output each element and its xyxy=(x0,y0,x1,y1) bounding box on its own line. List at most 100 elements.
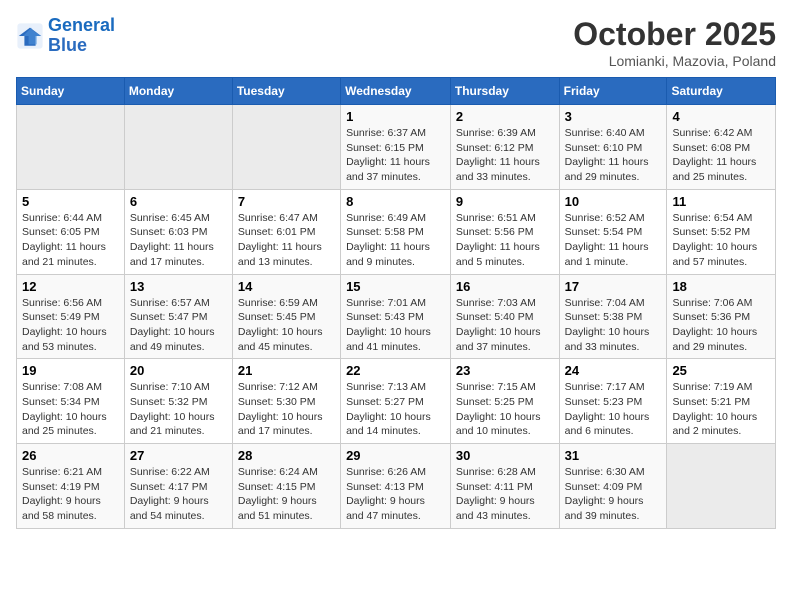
day-info: Sunrise: 6:22 AM Sunset: 4:17 PM Dayligh… xyxy=(130,465,227,524)
weekday-header-tuesday: Tuesday xyxy=(232,78,340,105)
day-number: 31 xyxy=(565,448,662,463)
day-info: Sunrise: 6:54 AM Sunset: 5:52 PM Dayligh… xyxy=(672,211,770,270)
calendar-cell: 19 Sunrise: 7:08 AM Sunset: 5:34 PM Dayli… xyxy=(17,359,125,444)
calendar-cell: 21 Sunrise: 7:12 AM Sunset: 5:30 PM Dayli… xyxy=(232,359,340,444)
day-number: 30 xyxy=(456,448,554,463)
calendar-cell: 29 Sunrise: 6:26 AM Sunset: 4:13 PM Dayli… xyxy=(341,444,451,529)
weekday-header-friday: Friday xyxy=(559,78,667,105)
logo: General Blue xyxy=(16,16,115,56)
calendar-cell: 2Sunrise: 6:39 AM Sunset: 6:12 PM Daylig… xyxy=(450,105,559,190)
day-info: Sunrise: 6:45 AM Sunset: 6:03 PM Dayligh… xyxy=(130,211,227,270)
calendar-cell: 5 Sunrise: 6:44 AM Sunset: 6:05 PM Daylig… xyxy=(17,189,125,274)
day-number: 4 xyxy=(672,109,770,124)
day-number: 12 xyxy=(22,279,119,294)
page-header: General Blue October 2025 Lomianki, Mazo… xyxy=(16,16,776,69)
day-number: 29 xyxy=(346,448,445,463)
calendar-cell: 11 Sunrise: 6:54 AM Sunset: 5:52 PM Dayli… xyxy=(667,189,776,274)
calendar-cell: 6Sunrise: 6:45 AM Sunset: 6:03 PM Daylig… xyxy=(124,189,232,274)
calendar-cell: 1 Sunrise: 6:37 AM Sunset: 6:15 PM Daylig… xyxy=(341,105,451,190)
calendar-cell: 28Sunrise: 6:24 AM Sunset: 4:15 PM Dayli… xyxy=(232,444,340,529)
calendar-week-row: 5 Sunrise: 6:44 AM Sunset: 6:05 PM Daylig… xyxy=(17,189,776,274)
calendar-cell: 26Sunrise: 6:21 AM Sunset: 4:19 PM Dayli… xyxy=(17,444,125,529)
day-info: Sunrise: 6:44 AM Sunset: 6:05 PM Dayligh… xyxy=(22,211,119,270)
day-info: Sunrise: 6:52 AM Sunset: 5:54 PM Dayligh… xyxy=(565,211,662,270)
day-info: Sunrise: 6:37 AM Sunset: 6:15 PM Dayligh… xyxy=(346,126,445,185)
day-number: 14 xyxy=(238,279,335,294)
day-info: Sunrise: 7:17 AM Sunset: 5:23 PM Dayligh… xyxy=(565,380,662,439)
month-title: October 2025 xyxy=(573,16,776,53)
day-number: 20 xyxy=(130,363,227,378)
day-info: Sunrise: 6:49 AM Sunset: 5:58 PM Dayligh… xyxy=(346,211,445,270)
day-number: 3 xyxy=(565,109,662,124)
day-info: Sunrise: 6:39 AM Sunset: 6:12 PM Dayligh… xyxy=(456,126,554,185)
calendar-week-row: 19 Sunrise: 7:08 AM Sunset: 5:34 PM Dayli… xyxy=(17,359,776,444)
day-number: 23 xyxy=(456,363,554,378)
calendar-cell: 27 Sunrise: 6:22 AM Sunset: 4:17 PM Dayli… xyxy=(124,444,232,529)
day-number: 11 xyxy=(672,194,770,209)
logo-line2: Blue xyxy=(48,35,87,55)
calendar-cell: 18 Sunrise: 7:06 AM Sunset: 5:36 PM Dayli… xyxy=(667,274,776,359)
calendar-cell: 22 Sunrise: 7:13 AM Sunset: 5:27 PM Dayli… xyxy=(341,359,451,444)
calendar-cell xyxy=(232,105,340,190)
calendar-cell: 9 Sunrise: 6:51 AM Sunset: 5:56 PM Daylig… xyxy=(450,189,559,274)
day-number: 7 xyxy=(238,194,335,209)
day-info: Sunrise: 7:08 AM Sunset: 5:34 PM Dayligh… xyxy=(22,380,119,439)
day-number: 5 xyxy=(22,194,119,209)
location-subtitle: Lomianki, Mazovia, Poland xyxy=(573,53,776,69)
day-number: 21 xyxy=(238,363,335,378)
calendar-cell: 16 Sunrise: 7:03 AM Sunset: 5:40 PM Dayli… xyxy=(450,274,559,359)
day-number: 13 xyxy=(130,279,227,294)
calendar-cell: 12 Sunrise: 6:56 AM Sunset: 5:49 PM Dayli… xyxy=(17,274,125,359)
calendar-cell: 10 Sunrise: 6:52 AM Sunset: 5:54 PM Dayli… xyxy=(559,189,667,274)
weekday-header-thursday: Thursday xyxy=(450,78,559,105)
day-info: Sunrise: 6:51 AM Sunset: 5:56 PM Dayligh… xyxy=(456,211,554,270)
day-info: Sunrise: 6:28 AM Sunset: 4:11 PM Dayligh… xyxy=(456,465,554,524)
day-info: Sunrise: 6:24 AM Sunset: 4:15 PM Dayligh… xyxy=(238,465,335,524)
title-block: October 2025 Lomianki, Mazovia, Poland xyxy=(573,16,776,69)
day-info: Sunrise: 7:06 AM Sunset: 5:36 PM Dayligh… xyxy=(672,296,770,355)
day-info: Sunrise: 7:10 AM Sunset: 5:32 PM Dayligh… xyxy=(130,380,227,439)
day-number: 24 xyxy=(565,363,662,378)
calendar-week-row: 1 Sunrise: 6:37 AM Sunset: 6:15 PM Daylig… xyxy=(17,105,776,190)
day-info: Sunrise: 6:57 AM Sunset: 5:47 PM Dayligh… xyxy=(130,296,227,355)
calendar-cell: 8 Sunrise: 6:49 AM Sunset: 5:58 PM Daylig… xyxy=(341,189,451,274)
calendar-cell: 14 Sunrise: 6:59 AM Sunset: 5:45 PM Dayli… xyxy=(232,274,340,359)
calendar-cell xyxy=(124,105,232,190)
day-info: Sunrise: 6:21 AM Sunset: 4:19 PM Dayligh… xyxy=(22,465,119,524)
day-number: 15 xyxy=(346,279,445,294)
calendar-week-row: 26Sunrise: 6:21 AM Sunset: 4:19 PM Dayli… xyxy=(17,444,776,529)
day-number: 19 xyxy=(22,363,119,378)
calendar-cell: 20 Sunrise: 7:10 AM Sunset: 5:32 PM Dayli… xyxy=(124,359,232,444)
day-number: 16 xyxy=(456,279,554,294)
weekday-header-monday: Monday xyxy=(124,78,232,105)
day-number: 8 xyxy=(346,194,445,209)
day-info: Sunrise: 6:40 AM Sunset: 6:10 PM Dayligh… xyxy=(565,126,662,185)
calendar-cell: 7Sunrise: 6:47 AM Sunset: 6:01 PM Daylig… xyxy=(232,189,340,274)
day-number: 9 xyxy=(456,194,554,209)
calendar-cell: 4 Sunrise: 6:42 AM Sunset: 6:08 PM Daylig… xyxy=(667,105,776,190)
weekday-header-saturday: Saturday xyxy=(667,78,776,105)
calendar-cell: 25Sunrise: 7:19 AM Sunset: 5:21 PM Dayli… xyxy=(667,359,776,444)
day-number: 18 xyxy=(672,279,770,294)
weekday-header-row: SundayMondayTuesdayWednesdayThursdayFrid… xyxy=(17,78,776,105)
day-number: 1 xyxy=(346,109,445,124)
day-info: Sunrise: 7:12 AM Sunset: 5:30 PM Dayligh… xyxy=(238,380,335,439)
day-info: Sunrise: 6:56 AM Sunset: 5:49 PM Dayligh… xyxy=(22,296,119,355)
calendar-cell: 30 Sunrise: 6:28 AM Sunset: 4:11 PM Dayli… xyxy=(450,444,559,529)
calendar-cell xyxy=(17,105,125,190)
day-number: 27 xyxy=(130,448,227,463)
day-number: 22 xyxy=(346,363,445,378)
day-info: Sunrise: 7:01 AM Sunset: 5:43 PM Dayligh… xyxy=(346,296,445,355)
day-info: Sunrise: 6:30 AM Sunset: 4:09 PM Dayligh… xyxy=(565,465,662,524)
day-info: Sunrise: 6:59 AM Sunset: 5:45 PM Dayligh… xyxy=(238,296,335,355)
day-info: Sunrise: 7:13 AM Sunset: 5:27 PM Dayligh… xyxy=(346,380,445,439)
day-info: Sunrise: 7:03 AM Sunset: 5:40 PM Dayligh… xyxy=(456,296,554,355)
day-number: 10 xyxy=(565,194,662,209)
calendar-cell: 3 Sunrise: 6:40 AM Sunset: 6:10 PM Daylig… xyxy=(559,105,667,190)
day-info: Sunrise: 6:26 AM Sunset: 4:13 PM Dayligh… xyxy=(346,465,445,524)
day-info: Sunrise: 7:04 AM Sunset: 5:38 PM Dayligh… xyxy=(565,296,662,355)
day-info: Sunrise: 6:42 AM Sunset: 6:08 PM Dayligh… xyxy=(672,126,770,185)
logo-icon xyxy=(16,22,44,50)
calendar-cell: 24 Sunrise: 7:17 AM Sunset: 5:23 PM Dayli… xyxy=(559,359,667,444)
calendar-cell: 17Sunrise: 7:04 AM Sunset: 5:38 PM Dayli… xyxy=(559,274,667,359)
